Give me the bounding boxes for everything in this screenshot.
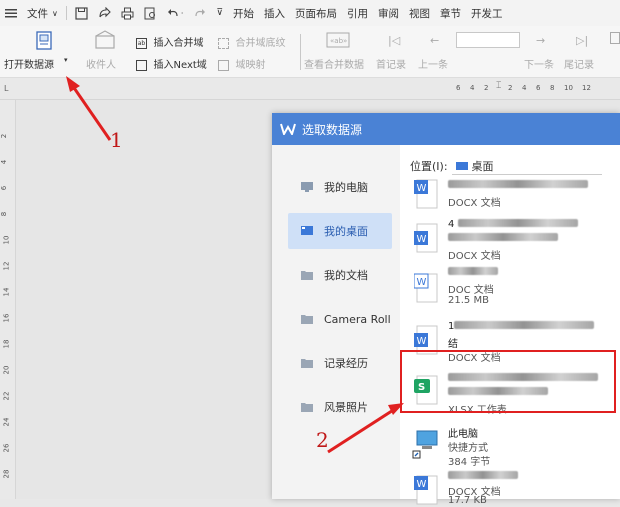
computer-shortcut-icon xyxy=(412,430,438,459)
word-doc-icon: W xyxy=(414,179,438,209)
file-name xyxy=(448,471,518,482)
insert-merge-field-button[interactable]: ab 插入合并域 xyxy=(136,34,204,49)
file-name: 4 xyxy=(448,219,578,230)
recipients-icon xyxy=(95,30,115,49)
abc-icon: «ab» xyxy=(326,32,350,48)
tab-review[interactable]: 审阅 xyxy=(373,0,404,26)
file-list-pane: 位置(I): 桌面 W DOCX 文档 W 4 DOCX 文档 W DOC 文档… xyxy=(400,145,620,506)
file-item[interactable]: W 4 DOCX 文档 xyxy=(414,219,614,265)
folder-icon xyxy=(301,315,313,324)
menu-icon[interactable] xyxy=(0,0,22,26)
open-datasource-button[interactable]: 打开数据源 ▾ xyxy=(4,30,76,74)
sidebar-item-records[interactable]: 记录经历 xyxy=(288,345,392,381)
field-mapping-button[interactable]: 域映射 xyxy=(218,56,266,71)
save-icon[interactable] xyxy=(70,0,93,26)
word-doc-icon: W xyxy=(414,475,438,505)
datasource-icon xyxy=(36,31,52,50)
next-record-button[interactable]: → 下一条 xyxy=(524,30,560,74)
customize-chevron-icon[interactable]: ⊽ xyxy=(211,0,228,26)
tab-developer[interactable]: 开发工 xyxy=(466,0,508,26)
sidebar-item-camera-roll[interactable]: Camera Roll xyxy=(288,301,392,337)
desktop-icon xyxy=(301,226,313,235)
first-record-icon: |◁ xyxy=(388,34,401,47)
file-name xyxy=(448,180,588,191)
tab-insert[interactable]: 插入 xyxy=(259,0,290,26)
file-item[interactable]: W DOC 文档 21.5 MB xyxy=(414,267,614,317)
tab-references[interactable]: 引用 xyxy=(342,0,373,26)
print-preview-icon[interactable] xyxy=(139,0,162,26)
file-item[interactable]: W DOCX 文档 17.7 KB xyxy=(414,471,614,506)
merge-field-shading-button[interactable]: 合并域底纹 xyxy=(218,34,286,49)
chevron-down-icon: ∨ xyxy=(52,8,58,18)
first-record-button[interactable]: |◁ 首记录 xyxy=(376,30,414,74)
word-doc-icon: W xyxy=(414,273,438,303)
prev-record-button[interactable]: ← 上一条 xyxy=(418,30,454,74)
vertical-ruler[interactable]: 2 4 6 8 10 12 14 16 18 20 22 24 26 28 xyxy=(0,100,16,499)
record-number-input[interactable] xyxy=(456,32,520,48)
sidebar-item-scenery-photos[interactable]: 风景照片 xyxy=(288,389,392,425)
tab-view[interactable]: 视图 xyxy=(404,0,435,26)
mapping-icon xyxy=(218,59,229,71)
sidebar-item-my-documents[interactable]: 我的文档 xyxy=(288,257,392,293)
file-item[interactable]: W DOCX 文档 xyxy=(414,179,614,219)
file-name-line2 xyxy=(448,233,558,244)
sidebar-item-my-desktop[interactable]: 我的桌面 xyxy=(288,213,392,249)
annotation-number-2: 2 xyxy=(316,428,329,452)
location-bar: 位置(I): 桌面 xyxy=(410,157,602,175)
sidebar-item-my-computer[interactable]: 我的电脑 xyxy=(288,169,392,205)
arrow-right-icon: → xyxy=(536,34,546,47)
tab-home[interactable]: 开始 xyxy=(228,0,259,26)
dialog-sidebar: 我的电脑 我的桌面 我的文档 Camera Roll 记录经历 风景照片 xyxy=(272,145,400,499)
tab-page-layout[interactable]: 页面布局 xyxy=(290,0,342,26)
location-select[interactable]: 桌面 xyxy=(451,157,602,175)
ribbon-more-icon[interactable] xyxy=(610,32,620,44)
file-name: 1 xyxy=(448,321,595,332)
svg-text:W: W xyxy=(417,479,427,490)
undo-icon[interactable]: · xyxy=(162,0,189,26)
folder-icon xyxy=(301,359,313,368)
next-field-icon xyxy=(136,59,147,71)
highlight-box xyxy=(400,350,616,413)
insert-next-field-button[interactable]: 插入Next域 xyxy=(136,56,207,71)
wps-logo-icon xyxy=(280,123,296,135)
ribbon-mail-merge: 打开数据源 ▾ 收件人 ab 插入合并域 合并域底纹 插入Next域 域映射 «… xyxy=(0,26,620,78)
ruler-numbers: 6 4 2 ⌶ 2 4 6 8 10 12 xyxy=(456,81,591,92)
word-doc-icon: W xyxy=(414,223,438,253)
dialog-titlebar[interactable]: 选取数据源 xyxy=(272,113,620,145)
file-menu[interactable]: 文件 ∨ xyxy=(22,0,63,26)
svg-text:W: W xyxy=(417,277,427,288)
tab-sections[interactable]: 章节 xyxy=(435,0,466,26)
merge-field-icon: ab xyxy=(136,37,147,49)
shortcut-item[interactable]: 此电脑 快捷方式 384 字节 xyxy=(412,425,614,468)
menu-bar: 文件 ∨ · ⊽ 开始 插入 页面布局 引用 审阅 视图 章节 开发工 xyxy=(0,0,620,26)
view-merged-data-button[interactable]: «ab» 查看合并数据 xyxy=(304,30,370,74)
ruler-indent-marker[interactable]: ⌶ xyxy=(496,81,501,91)
print-icon[interactable] xyxy=(116,0,139,26)
recipients-button[interactable]: 收件人 xyxy=(86,30,126,74)
annotation-number-1: 1 xyxy=(110,128,123,152)
svg-text:W: W xyxy=(417,234,427,245)
file-name xyxy=(448,267,498,278)
svg-text:«ab»: «ab» xyxy=(330,37,347,45)
chevron-down-icon: ▾ xyxy=(64,56,68,64)
export-icon[interactable] xyxy=(93,0,116,26)
ruler-corner-mark: L xyxy=(4,84,9,93)
last-record-button[interactable]: ▷| 尾记录 xyxy=(564,30,604,74)
last-record-icon: ▷| xyxy=(576,34,589,47)
folder-icon xyxy=(301,271,313,280)
folder-icon xyxy=(301,403,313,412)
redo-icon[interactable] xyxy=(188,0,211,26)
monitor-icon xyxy=(301,182,313,192)
shading-icon xyxy=(218,37,229,49)
svg-text:W: W xyxy=(417,336,427,347)
horizontal-ruler[interactable]: L 6 4 2 ⌶ 2 4 6 8 10 12 xyxy=(0,78,620,100)
desktop-icon xyxy=(455,161,468,170)
svg-text:W: W xyxy=(417,183,427,194)
arrow-left-icon: ← xyxy=(430,34,440,47)
